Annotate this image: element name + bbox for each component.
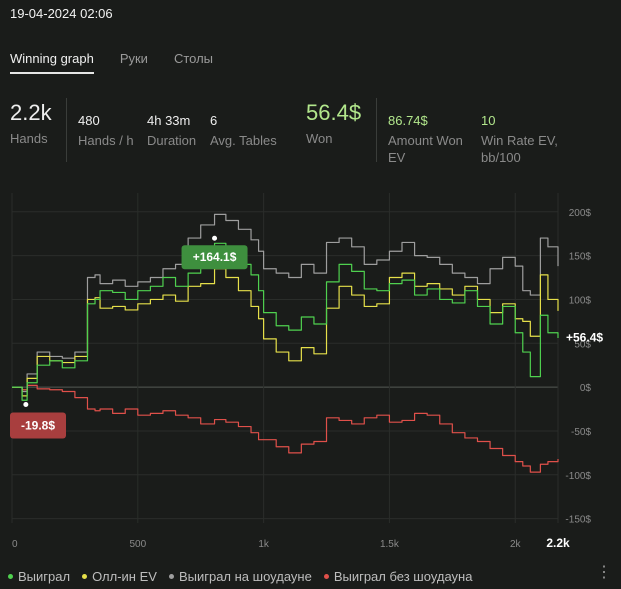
legend-swatch (8, 574, 13, 579)
stat-won: 56.4$ Won (306, 100, 361, 147)
series-line (12, 384, 559, 473)
stat-hands-value: 2.2k (10, 100, 52, 125)
session-date: 19-04-2024 02:06 (10, 6, 113, 21)
stat-amount-won-ev-label: Amount Won EV (388, 132, 463, 166)
legend-swatch (168, 574, 174, 579)
x-tick-label: 500 (129, 539, 146, 550)
stat-won-label: Won (306, 131, 333, 146)
legend-swatch (323, 574, 329, 579)
final-value-label: +56.4$ (566, 331, 603, 345)
stat-avg-tables: 6 Avg. Tables (210, 113, 277, 149)
legend-item-non-showdown[interactable]: Выиграл без шоудауна (323, 569, 473, 584)
legend-item-allin-ev[interactable]: Олл-ин EV (82, 569, 157, 584)
stat-amount-won-ev-value: 86.74$ (388, 113, 428, 128)
stat-hands-per-hour: 480 Hands / h (78, 113, 134, 149)
stat-win-rate-ev: 10 Win Rate EV, bb/100 (481, 113, 558, 166)
y-tick-label: 0$ (580, 383, 592, 394)
stat-duration-value: 4h 33m (147, 113, 191, 128)
stat-amount-won-ev: 86.74$ Amount Won EV (388, 113, 463, 166)
stat-hands-per-hour-value: 480 (78, 113, 100, 128)
tab-hands[interactable]: Руки (120, 51, 148, 74)
y-tick-label: -100$ (565, 471, 591, 482)
stat-win-rate-ev-label-line1: Win Rate EV, (481, 133, 558, 148)
x-end-label: 2.2k (546, 536, 570, 550)
legend-swatch (82, 574, 88, 579)
y-tick-label: -150$ (565, 515, 591, 526)
x-tick-label: 1.5k (380, 539, 400, 550)
stats-divider (66, 98, 67, 162)
stat-win-rate-ev-label: Win Rate EV, bb/100 (481, 132, 558, 166)
tab-bar: Winning graph Руки Столы (10, 51, 213, 74)
peak-marker (212, 235, 218, 241)
x-tick-label: 1k (258, 539, 270, 550)
x-tick-label: 2k (510, 539, 522, 550)
legend-label: Олл-ин EV (92, 569, 157, 584)
low-label: -19.8$ (21, 418, 55, 432)
y-tick-label: 150$ (569, 252, 592, 263)
stat-won-value: 56.4$ (306, 100, 362, 125)
tab-winning-graph[interactable]: Winning graph (10, 51, 94, 74)
stat-win-rate-ev-value: 10 (481, 113, 496, 128)
series-line (12, 213, 559, 393)
stat-avg-tables-label: Avg. Tables (210, 133, 277, 148)
y-tick-label: 100$ (569, 295, 592, 306)
series-line (12, 242, 559, 401)
peak-label: +164.1$ (193, 250, 237, 264)
stat-hands: 2.2k Hands (10, 100, 52, 147)
legend-label: Выиграл на шоудауне (178, 569, 312, 584)
chart-legend: Выиграл Олл-ин EV Выиграл на шоудауне Вы… (8, 569, 472, 584)
legend-item-showdown[interactable]: Выиграл на шоудауне (168, 569, 312, 584)
stat-avg-tables-value: 6 (210, 113, 218, 128)
winning-graph-chart: 200$150$100$50$0$-50$-100$-150$0 500 1k 1.5… (10, 193, 603, 550)
stat-win-rate-ev-label-line2: bb/100 (481, 150, 521, 165)
stat-duration-label: Duration (147, 133, 197, 148)
legend-label: Выиграл без шоудауна (333, 569, 473, 584)
legend-item-won[interactable]: Выиграл (8, 569, 70, 584)
stat-amount-won-ev-label-line2: EV (388, 150, 406, 165)
legend-label: Выиграл (18, 569, 71, 584)
more-options-icon[interactable]: ⋮ (596, 565, 612, 581)
stat-hands-label: Hands (10, 131, 48, 146)
stats-divider (376, 98, 377, 162)
y-tick-label: -50$ (571, 427, 591, 438)
x-tick-label: 0 (12, 539, 18, 550)
y-tick-label: 200$ (569, 208, 592, 219)
stat-hands-per-hour-label: Hands / h (78, 133, 134, 148)
stat-amount-won-ev-label-line1: Amount Won (388, 133, 463, 148)
stat-duration: 4h 33m Duration (147, 113, 196, 149)
series-line (12, 268, 559, 397)
low-marker (23, 401, 29, 407)
tab-tables[interactable]: Столы (174, 51, 213, 74)
